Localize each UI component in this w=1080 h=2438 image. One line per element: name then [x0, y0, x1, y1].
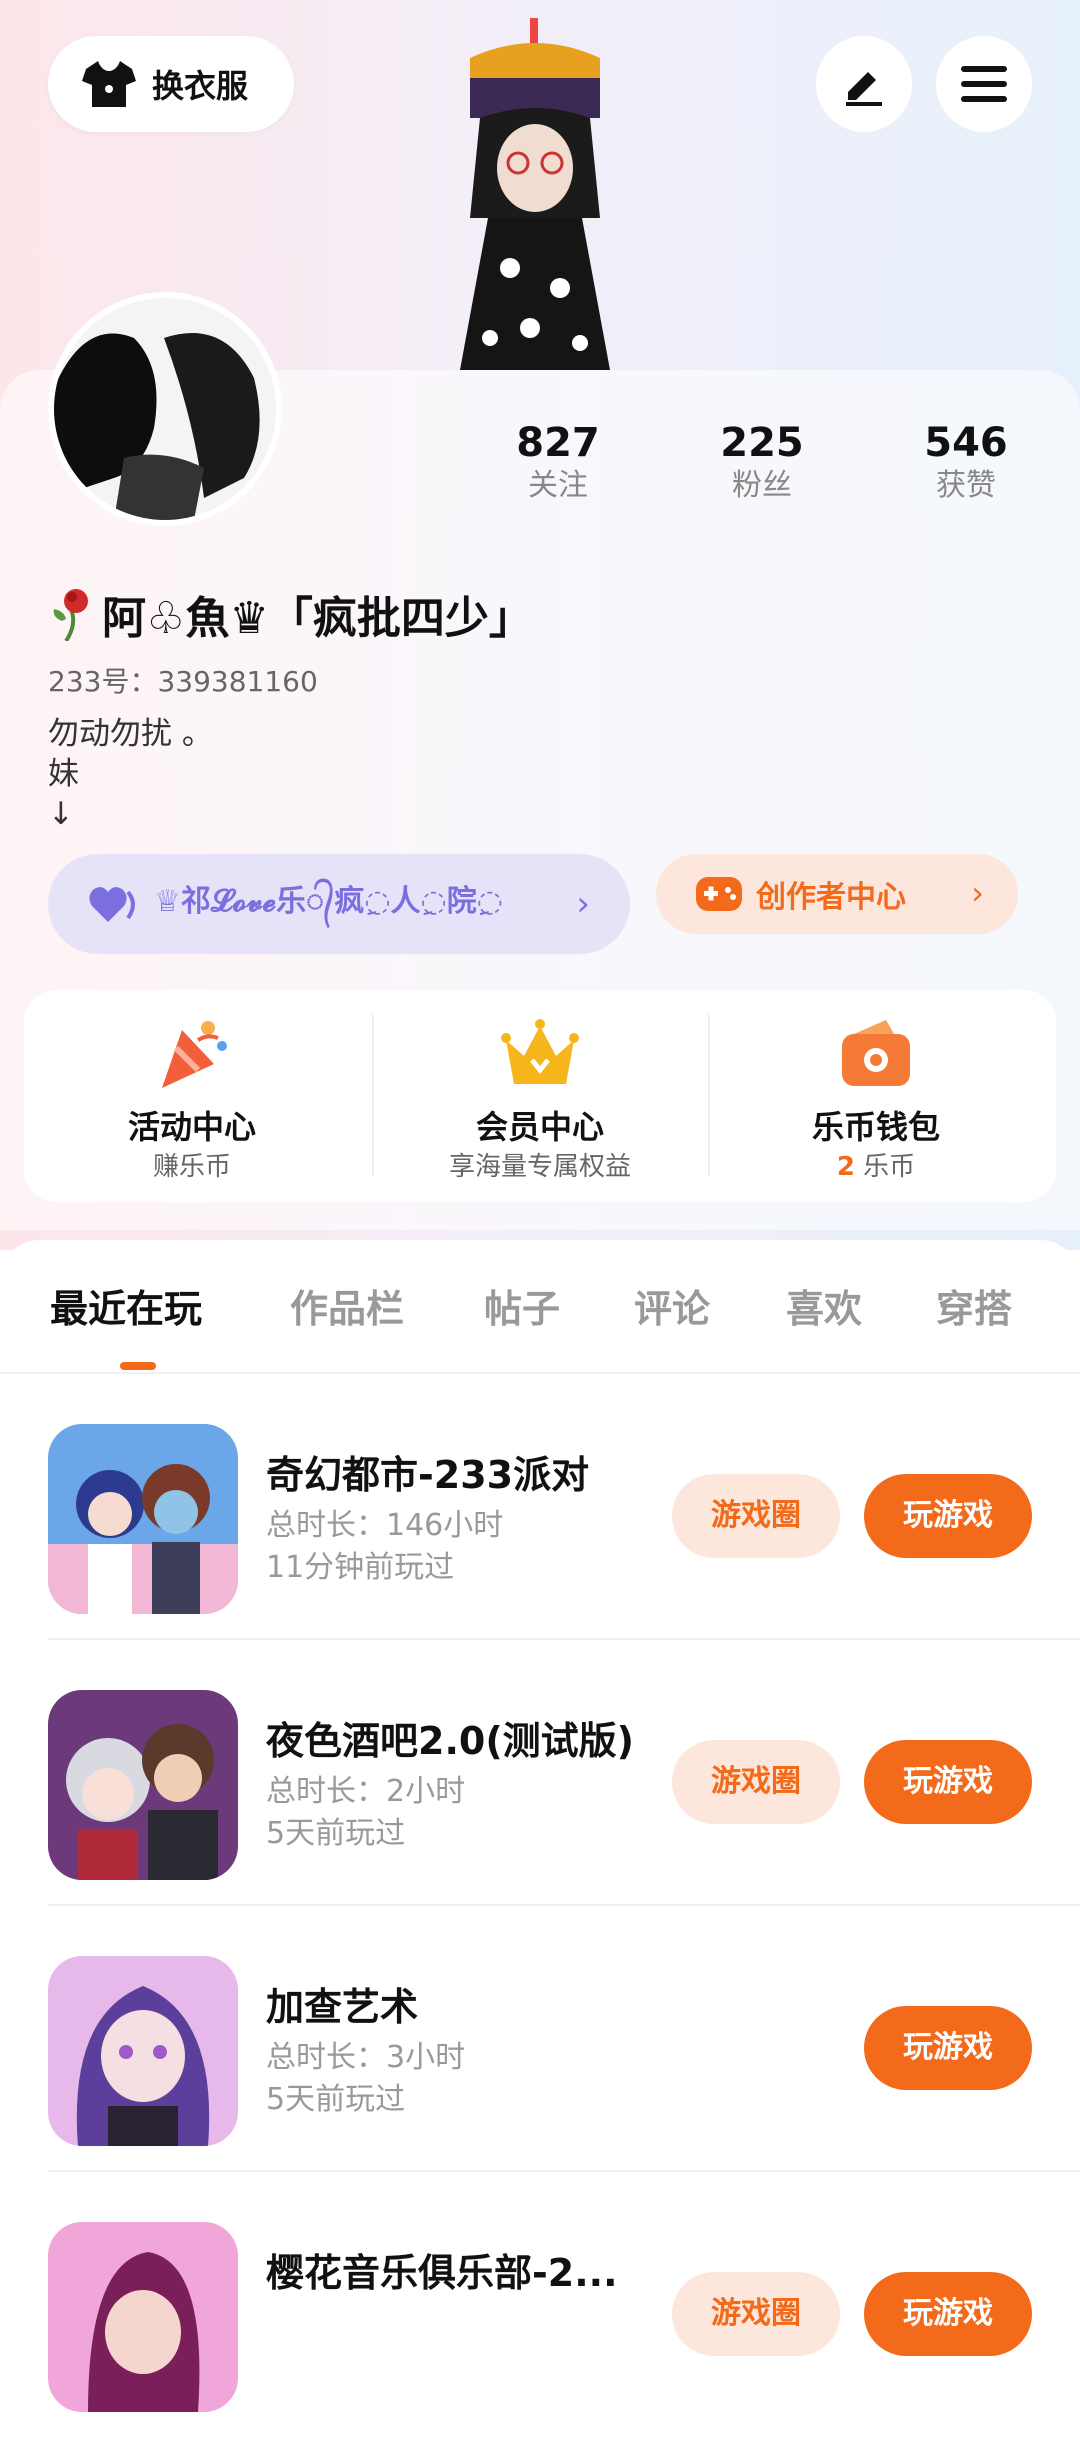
game-duration: 总时长：2小时	[266, 1774, 466, 1809]
game-circle-button[interactable]: 游戏圈	[672, 2272, 840, 2356]
wilted-rose-icon	[53, 589, 88, 641]
gamepad-icon	[696, 877, 742, 911]
list-item[interactable]: 加查艺术 总时长：3小时 5天前玩过 玩游戏	[0, 1906, 1080, 2172]
creator-center-button[interactable]: 创作者中心 ›	[656, 854, 1018, 934]
game-title: 夜色酒吧2.0(测试版)	[266, 1719, 635, 1763]
game-circle-button[interactable]: 游戏圈	[672, 1474, 840, 1558]
vip-center-entry[interactable]: 会员中心 享海量专属权益	[372, 990, 708, 1202]
game-title: 樱花音乐俱乐部-2...	[266, 2251, 618, 2295]
user-id: 233号：339381160	[48, 665, 318, 698]
user-avatar[interactable]	[48, 292, 282, 526]
activity-center-title: 活动中心	[127, 1108, 256, 1146]
chevron-right-icon: ›	[971, 874, 984, 912]
quick-entries-panel: 活动中心 赚乐币 会员中心 享海量专属权益 乐币钱包 2 乐币	[24, 990, 1056, 1202]
game-title: 奇幻都市-233派对	[266, 1453, 590, 1497]
game-thumbnail	[48, 2222, 238, 2412]
play-game-button[interactable]: 玩游戏	[864, 1474, 1032, 1558]
game-thumbnail	[48, 1956, 238, 2146]
wallet-icon	[842, 1020, 910, 1086]
game-last-played: 11分钟前玩过	[266, 1550, 455, 1585]
change-outfit-label: 换衣服	[152, 67, 249, 105]
vip-center-subtitle: 享海量专属权益	[448, 1152, 631, 1182]
tab-likes[interactable]: 喜欢	[786, 1278, 862, 1333]
pencil-icon	[846, 72, 882, 106]
profile-bio: 勿动勿扰 。 妹 ↓	[48, 716, 213, 832]
change-outfit-button[interactable]: 换衣服	[48, 36, 294, 132]
likes-stat[interactable]: 546 获赞	[896, 420, 1036, 506]
creator-center-label: 创作者中心	[756, 880, 906, 915]
heart-icon	[89, 887, 135, 922]
avatar-3d-character[interactable]	[430, 18, 640, 370]
vip-center-title: 会员中心	[475, 1108, 604, 1146]
activity-center-subtitle: 赚乐币	[152, 1152, 231, 1182]
list-item[interactable]: 樱花音乐俱乐部-2... 游戏圈 玩游戏	[0, 2172, 1080, 2438]
profile-name-row: 阿♧魚♛「疯批四少」	[48, 582, 533, 646]
wallet-unit: 乐币	[863, 1152, 916, 1182]
profile-stats: 827 关注 225 粉丝 546 获赞	[460, 420, 1060, 520]
chevron-right-icon: ›	[576, 884, 590, 924]
tab-recently-played[interactable]: 最近在玩	[50, 1278, 202, 1333]
club-name: ♕祁𝓛𝓸𝓿𝓮乐᭄疯◌ِ人◌ِ院◌ِ	[154, 883, 503, 919]
menu-button[interactable]	[936, 36, 1032, 132]
play-game-button[interactable]: 玩游戏	[864, 2272, 1032, 2356]
game-thumbnail	[48, 1690, 238, 1880]
list-item[interactable]: 夜色酒吧2.0(测试版) 总时长：2小时 5天前玩过 游戏圈 玩游戏	[0, 1640, 1080, 1906]
wallet-title: 乐币钱包	[811, 1108, 940, 1146]
tab-comments[interactable]: 评论	[634, 1278, 710, 1333]
following-label: 关注	[528, 468, 588, 503]
wallet-subtitle: 2 乐币	[708, 1146, 1044, 1183]
game-circle-button[interactable]: 游戏圈	[672, 1740, 840, 1824]
game-thumbnail	[48, 1424, 238, 1614]
game-title: 加查艺术	[266, 1985, 419, 2029]
following-stat[interactable]: 827 关注	[488, 420, 628, 506]
crown-icon	[501, 1019, 579, 1084]
game-duration: 总时长：146小时	[266, 1508, 504, 1543]
following-count: 827	[516, 420, 600, 466]
edit-profile-button[interactable]	[816, 36, 912, 132]
profile-name: 阿♧魚♛「疯批四少」	[102, 593, 533, 644]
tshirt-icon	[82, 61, 136, 107]
avatar-image	[54, 298, 276, 520]
hamburger-menu-icon	[961, 66, 1007, 102]
party-popper-icon	[162, 1021, 227, 1088]
wallet-entry[interactable]: 乐币钱包 2 乐币	[708, 990, 1044, 1202]
followers-label: 粉丝	[732, 468, 792, 503]
play-game-button[interactable]: 玩游戏	[864, 1740, 1032, 1824]
followers-stat[interactable]: 225 粉丝	[692, 420, 832, 506]
wallet-balance: 2	[836, 1152, 855, 1182]
followers-count: 225	[720, 420, 804, 466]
list-item[interactable]: 奇幻都市-233派对 总时长：146小时 11分钟前玩过 游戏圈 玩游戏	[0, 1374, 1080, 1640]
club-button[interactable]: ♕祁𝓛𝓸𝓿𝓮乐᭄疯◌ِ人◌ِ院◌ِ ›	[48, 854, 630, 954]
tab-outfits[interactable]: 穿搭	[936, 1278, 1012, 1333]
tab-works[interactable]: 作品栏	[290, 1278, 404, 1333]
game-last-played: 5天前玩过	[266, 1816, 406, 1851]
likes-label: 获赞	[936, 468, 996, 503]
tab-posts[interactable]: 帖子	[484, 1278, 560, 1333]
active-tab-indicator	[120, 1362, 156, 1370]
play-game-button[interactable]: 玩游戏	[864, 2006, 1032, 2090]
game-duration: 总时长：3小时	[266, 2040, 466, 2075]
likes-count: 546	[924, 420, 1008, 466]
activity-center-entry[interactable]: 活动中心 赚乐币	[24, 990, 360, 1202]
game-last-played: 5天前玩过	[266, 2082, 406, 2117]
